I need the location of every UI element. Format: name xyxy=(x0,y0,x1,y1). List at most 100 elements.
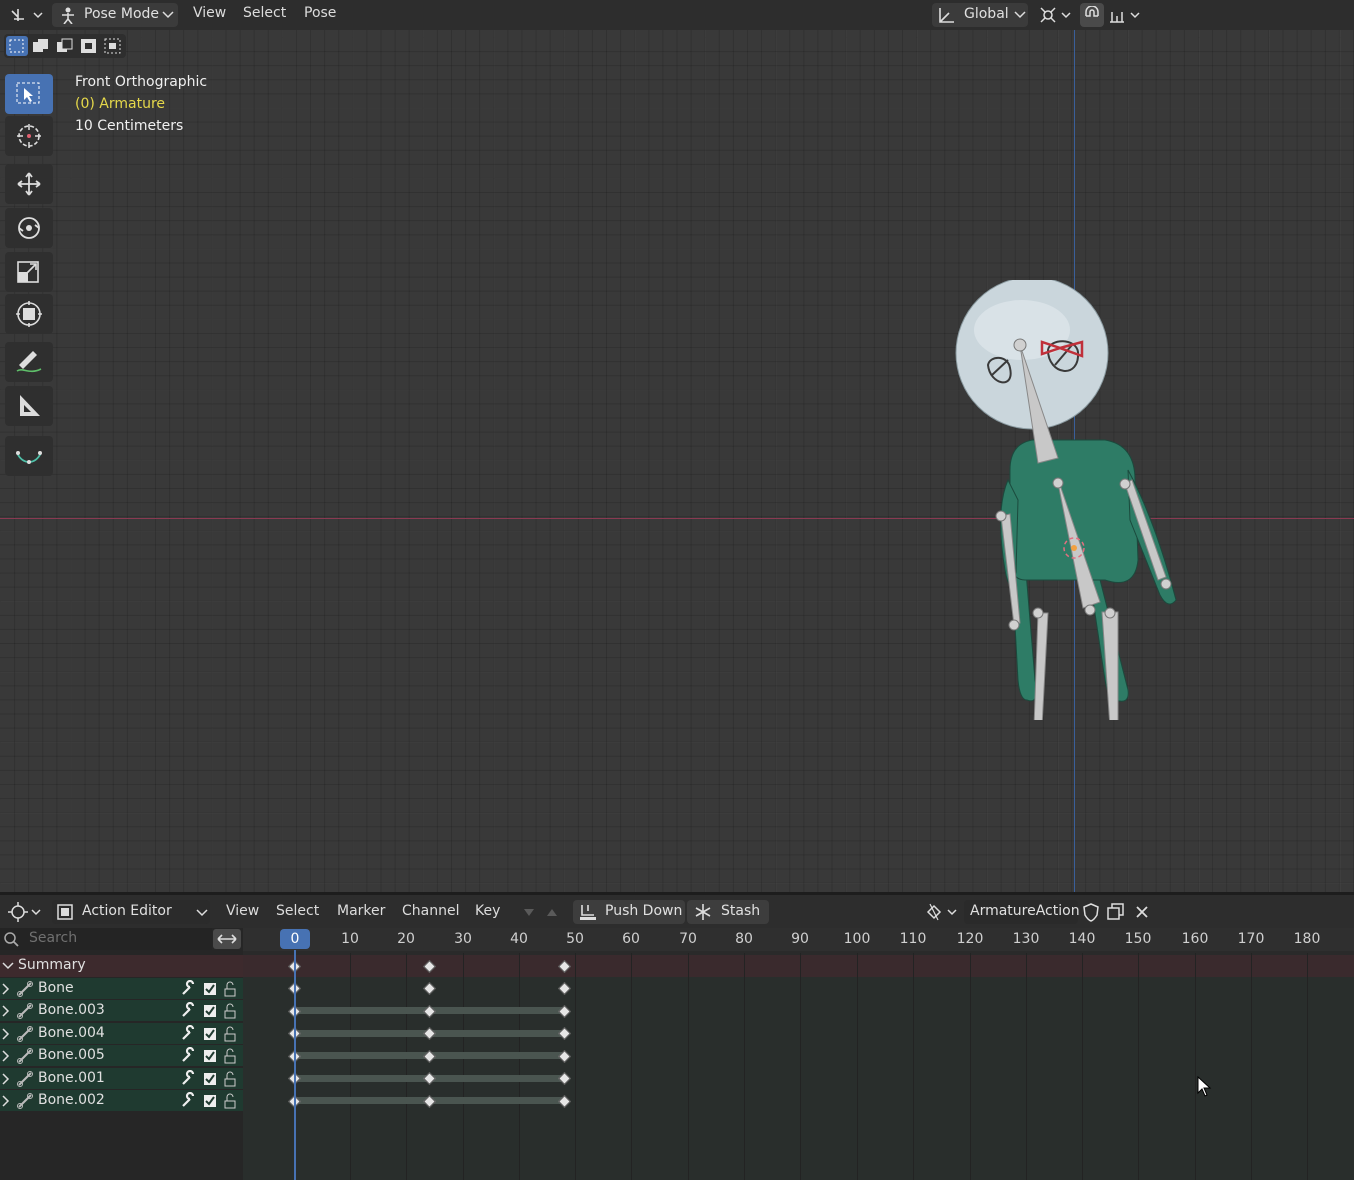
frame-gridline xyxy=(688,953,689,1180)
mode-dropdown[interactable]: Pose Mode xyxy=(52,3,178,27)
fake-user-button[interactable] xyxy=(1080,900,1102,924)
select-intersect-button[interactable] xyxy=(102,36,124,56)
unlink-action-button[interactable] xyxy=(1130,900,1154,924)
frame-gridline xyxy=(970,953,971,1180)
ruler-tick-label: 150 xyxy=(1124,931,1152,947)
frame-gridline xyxy=(744,953,745,1180)
frame-gridline xyxy=(463,953,464,1180)
selection-mode-group xyxy=(4,34,126,58)
ruler-tick-label: 140 xyxy=(1068,931,1096,947)
editor-type-button[interactable] xyxy=(4,3,44,27)
ruler-tick-label: 180 xyxy=(1293,931,1321,947)
ds-menu-select[interactable]: Select xyxy=(276,903,319,919)
channel-row[interactable]: Bone xyxy=(0,978,243,999)
tool-transform[interactable] xyxy=(5,294,53,334)
search-icon xyxy=(4,932,19,947)
select-invert-button[interactable] xyxy=(78,36,100,56)
measure-icon xyxy=(20,395,40,416)
action-name-field[interactable]: ArmatureAction xyxy=(964,900,1080,924)
summary-channel[interactable]: Summary xyxy=(0,955,243,977)
snap-increment-icon xyxy=(1110,12,1140,23)
current-frame-indicator[interactable]: 0 xyxy=(280,929,310,949)
snap-target-dropdown[interactable] xyxy=(1106,3,1146,27)
ruler-tick-label: 160 xyxy=(1181,931,1209,947)
action-editor-icon xyxy=(57,904,73,920)
bone-icon xyxy=(17,1071,33,1087)
frame-gridline xyxy=(631,953,632,1180)
tool-rotate[interactable] xyxy=(5,208,53,248)
channel-row[interactable]: Bone.001 xyxy=(0,1068,243,1089)
transform-orientation-dropdown[interactable]: Global xyxy=(932,3,1028,27)
ruler-tick-label: 120 xyxy=(956,931,984,947)
pivot-point-dropdown[interactable] xyxy=(1036,3,1074,27)
search-placeholder: Search xyxy=(29,930,78,946)
action-type-dropdown[interactable] xyxy=(922,900,962,924)
chevron-down-icon xyxy=(1014,11,1026,19)
push-down-button[interactable]: Push Down xyxy=(573,900,685,924)
bone-icon xyxy=(17,1026,33,1042)
frame-gridline xyxy=(1082,953,1083,1180)
filter-swap-button[interactable] xyxy=(213,929,241,949)
tool-measure[interactable] xyxy=(5,386,53,426)
channel-region: Search Summary Bone Bone.003 Bone.004 Bo… xyxy=(0,928,243,1180)
channel-controls xyxy=(182,1092,236,1109)
3d-viewport[interactable]: Front Orthographic (0) Armature 10 Centi… xyxy=(0,30,1354,892)
tool-annotate[interactable] xyxy=(5,342,53,382)
bone-icon xyxy=(17,1093,33,1109)
dopesheet-editor-type-button[interactable] xyxy=(4,900,44,924)
ruler-tick-label: 60 xyxy=(622,931,640,947)
select-extend-button[interactable] xyxy=(30,36,52,56)
editor-mode-dropdown[interactable]: Action Editor xyxy=(52,900,210,924)
layer-prev-next-icon[interactable] xyxy=(520,906,560,920)
channel-row[interactable]: Bone.003 xyxy=(0,1000,243,1021)
menu-view[interactable]: View xyxy=(193,5,226,21)
select-new-button[interactable] xyxy=(6,36,28,56)
snap-toggle[interactable] xyxy=(1080,3,1104,27)
orientation-axes-icon xyxy=(939,8,954,23)
menu-pose[interactable]: Pose xyxy=(304,5,336,21)
push-down-icon xyxy=(580,905,596,920)
chevron-right-icon xyxy=(2,1073,10,1085)
viewport-header: Pose Mode View Select Pose Global xyxy=(0,0,1354,30)
channel-name: Bone xyxy=(38,980,74,996)
ds-menu-channel[interactable]: Channel xyxy=(402,903,459,919)
action-name-label: ArmatureAction xyxy=(970,903,1080,919)
channel-name: Bone.004 xyxy=(38,1025,105,1041)
tool-select-box[interactable] xyxy=(5,74,53,114)
ruler-tick-label: 40 xyxy=(510,931,528,947)
character-armature[interactable] xyxy=(930,280,1200,720)
chevron-down-icon xyxy=(2,962,14,970)
channel-controls xyxy=(182,1025,236,1042)
frame-gridline xyxy=(1195,953,1196,1180)
ds-menu-key[interactable]: Key xyxy=(475,903,500,919)
select-subtract-button[interactable] xyxy=(54,36,76,56)
channel-name: Bone.002 xyxy=(38,1092,105,1108)
channel-name: Bone.005 xyxy=(38,1047,105,1063)
frame-gridline xyxy=(406,953,407,1180)
channel-row[interactable]: Bone.004 xyxy=(0,1023,243,1044)
tool-bone-envelope[interactable] xyxy=(5,436,53,476)
select-extend-icon xyxy=(33,39,48,52)
new-action-button[interactable] xyxy=(1104,900,1128,924)
chevron-right-icon xyxy=(2,1028,10,1040)
channel-row[interactable]: Bone.002 xyxy=(0,1090,243,1111)
tool-move[interactable] xyxy=(5,164,53,204)
channel-name: Bone.003 xyxy=(38,1002,105,1018)
summary-keyframe-row xyxy=(243,955,1354,977)
stash-button[interactable]: Stash xyxy=(687,900,769,924)
bone-icon xyxy=(17,981,33,997)
menu-select[interactable]: Select xyxy=(243,5,286,21)
channel-row[interactable]: Bone.005 xyxy=(0,1045,243,1066)
mode-label: Pose Mode xyxy=(84,6,160,22)
chevron-down-icon xyxy=(162,11,174,19)
playhead-line[interactable] xyxy=(294,950,296,1180)
tool-scale[interactable] xyxy=(5,252,53,292)
ds-menu-view[interactable]: View xyxy=(226,903,259,919)
tool-cursor[interactable] xyxy=(5,116,53,156)
channel-search[interactable]: Search xyxy=(0,928,212,950)
ruler-tick-label: 100 xyxy=(843,931,871,947)
duplicate-icon xyxy=(1107,903,1124,920)
chevron-right-icon xyxy=(2,1050,10,1062)
editor-mode-label: Action Editor xyxy=(82,903,172,919)
ds-menu-marker[interactable]: Marker xyxy=(337,903,385,919)
